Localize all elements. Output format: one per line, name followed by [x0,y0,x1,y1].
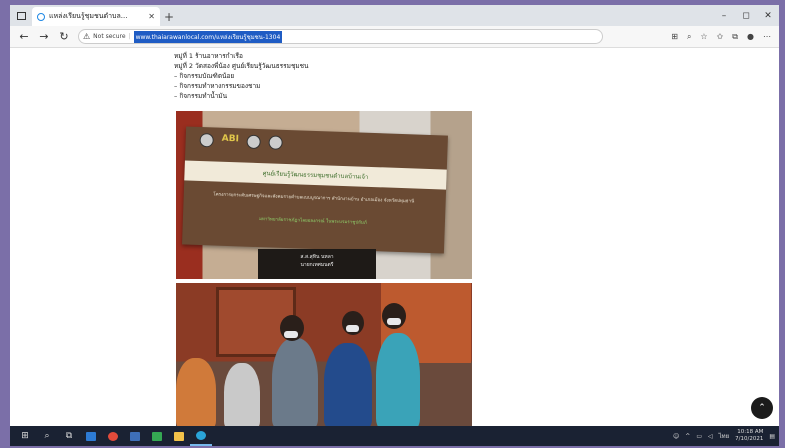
person-figure [176,358,216,426]
notification-icon[interactable]: ▤ [769,433,775,440]
folder-logo [174,431,184,441]
face-mask [346,325,359,332]
window-controls: – ◻ ✕ [713,5,779,26]
windows-taskbar: ⊞ ⌕ ⧉ ☺ ^ ▭ ◁ ไทย 10:18 AM 7/10/2021 ▤ [10,426,779,446]
zoom-icon[interactable]: ⌕ [687,32,691,42]
collections-icon[interactable]: ⧉ [732,32,738,42]
browser-window: แหล่งเรียนรู้ชุมชนตำบล... ✕ + – ◻ ✕ ← → … [10,5,779,426]
text-line: หมู่ที่ 1 ร้านอาหารกำเรือ [174,52,243,60]
toolbar-icons: ⊞ ⌕ ☆ ✩ ⧉ ● ⋯ [671,32,775,42]
seal-logo [268,135,284,150]
network-icon[interactable]: ▭ [696,433,702,440]
scroll-to-top-button[interactable]: ⌃ [751,397,773,419]
translate-icon[interactable]: ⊞ [671,32,678,42]
clock[interactable]: 10:18 AM 7/10/2021 [735,429,763,443]
favorite-icon[interactable]: ☆ [700,32,707,42]
banner-photo: ABI ศูนย์เรียนรู้วัฒนธรรมชุมชนตำบลบ้านเจ… [176,111,472,279]
banner-footer: มหาวิทยาลัยราชภัฏวไลยอลงกรณ์ ในพระบรมราช… [258,217,367,226]
back-button[interactable]: ← [14,30,34,43]
app-icon [152,431,162,441]
chevron-up-icon[interactable]: ^ [685,433,690,440]
minimize-button[interactable]: – [713,11,735,21]
new-tab-button[interactable]: + [160,7,178,26]
forward-button[interactable]: → [34,30,54,43]
text-line: – กิจกรรมทำน้ำมัน [174,92,228,100]
banner-logos: ABI [199,132,284,150]
taskbar-app[interactable] [80,426,102,446]
not-secure-label: Not secure [93,33,126,40]
favorites-list-icon[interactable]: ✩ [717,32,724,42]
edge-logo [196,430,206,440]
task-view-icon[interactable]: ⧉ [58,426,80,446]
nameplate-line: นายกเทศมนตรี [300,262,334,268]
article-text: หมู่ที่ 1 ร้านอาหารกำเรือ หมู่ที่ 2 วัดส… [174,51,309,101]
refresh-button[interactable]: ↻ [54,30,74,43]
tab-title: แหล่งเรียนรู้ชุมชนตำบล... [49,12,128,20]
taskbar-app[interactable] [146,426,168,446]
page-content: หมู่ที่ 1 ร้านอาหารกำเรือ หมู่ที่ 2 วัดส… [10,49,779,426]
start-button[interactable]: ⊞ [14,426,36,446]
people-icon[interactable]: ☺ [673,433,679,440]
browser-tab[interactable]: แหล่งเรียนรู้ชุมชนตำบล... ✕ [32,7,160,26]
search-icon[interactable]: ⌕ [36,426,58,446]
tab-actions-button[interactable] [10,5,32,26]
system-tray: ☺ ^ ▭ ◁ ไทย 10:18 AM 7/10/2021 ▤ [673,429,775,443]
more-icon[interactable]: ⋯ [763,32,771,42]
text-line: หมู่ที่ 2 วัดสองพี่น้อง ศูนย์เรียนรู้วัฒ… [174,62,309,70]
banner-title: ศูนย์เรียนรู้วัฒนธรรมชุมชนตำบลบ้านเจ้า [184,160,447,190]
address-toolbar: ← → ↻ ⚠ Not secure | www.thaiarawanlocal… [10,26,779,48]
profile-icon[interactable]: ● [747,32,754,42]
nameplate-line: ส.ส.สุทิน นหลา [300,254,334,260]
edge-icon[interactable] [190,426,212,446]
app-icon [86,431,96,441]
clock-time: 10:18 AM [737,429,764,435]
seal-logo [246,134,262,150]
url-text[interactable]: www.thaiarawanlocal.com/แหล่งเรียนรู้ชุม… [133,30,283,43]
address-bar[interactable]: ⚠ Not secure | www.thaiarawanlocal.com/แ… [78,29,603,44]
person-figure [324,343,372,426]
person-head [382,303,406,329]
address-separator: | [128,33,131,40]
face-mask [284,331,298,338]
person-figure [272,338,318,426]
warning-icon: ⚠ [83,32,91,41]
chrome-icon[interactable] [102,426,124,446]
app-icon [130,431,140,441]
close-window-button[interactable]: ✕ [757,11,779,21]
text-line: – กิจกรรมบัณฑิตน้อย [174,72,235,80]
banner-description: โครงการยกระดับเศรษฐกิจและสังคมรายตำบลแบบ… [213,192,415,205]
globe-icon [37,12,45,21]
maximize-button[interactable]: ◻ [735,11,757,21]
learning-center-banner: ABI ศูนย์เรียนรู้วัฒนธรรมชุมชนตำบลบ้านเจ… [182,126,448,254]
tab-strip: แหล่งเรียนรู้ชุมชนตำบล... ✕ + – ◻ ✕ [10,5,779,26]
chrome-logo [108,431,118,441]
person-figure [224,363,260,426]
language-indicator[interactable]: ไทย [719,431,730,441]
abi-logo: ABI [221,133,240,145]
close-tab-icon[interactable]: ✕ [148,12,155,21]
text-line: – กิจกรรมทำหางกรรมของชาม [174,82,261,90]
seal-logo [199,132,214,148]
activity-photo [176,283,472,426]
person-figure [376,333,420,426]
face-mask [387,318,401,325]
volume-icon[interactable]: ◁ [708,433,713,440]
nameplate-sign: ส.ส.สุทิน นหลา นายกเทศมนตรี [258,249,376,279]
clock-date: 7/10/2021 [735,436,764,442]
file-explorer-icon[interactable] [168,426,190,446]
taskbar-app[interactable] [124,426,146,446]
